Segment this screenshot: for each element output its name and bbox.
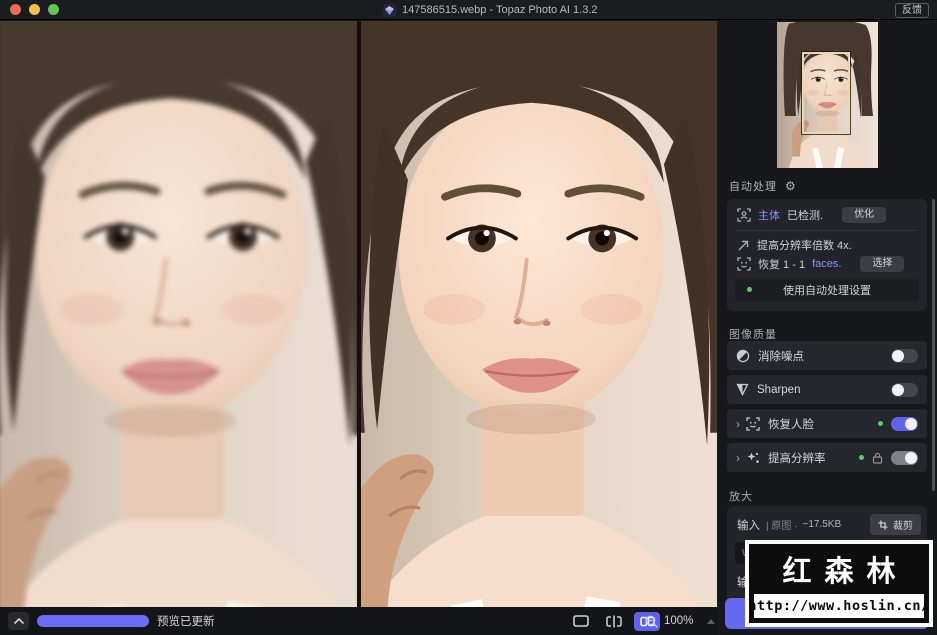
subject-detect-icon xyxy=(737,208,751,222)
upscale-info-row: 提高分辨率倍数 4x. xyxy=(737,237,919,253)
zoom-window-button[interactable] xyxy=(48,4,59,15)
face-recovery-label: 恢复人脸 xyxy=(768,418,814,431)
apply-autopilot-label: 使用自动处理设置 xyxy=(783,285,871,297)
autopilot-header-label: 自动处理 xyxy=(729,181,777,193)
close-window-button[interactable] xyxy=(10,4,21,15)
input-meta: | 原图 · xyxy=(766,521,798,532)
sharpen-icon xyxy=(736,383,749,396)
face-detection-box xyxy=(802,52,850,134)
gear-icon[interactable]: ⚙ xyxy=(785,179,797,193)
watermark-url-box: http://www.hoslin.cn/ xyxy=(748,594,929,618)
preview-status-text: 预览已更新 xyxy=(157,616,215,628)
window-controls xyxy=(0,4,59,15)
watermark-url: http://www.hoslin.cn/ xyxy=(748,598,930,614)
zoom-level[interactable]: 100% xyxy=(664,615,693,627)
statusbar: 预览已更新 100% xyxy=(0,607,717,635)
lock-icon xyxy=(872,452,883,464)
select-faces-button[interactable]: 选择 xyxy=(860,256,905,272)
faces-count-label: 恢复 1 - 1 xyxy=(758,259,806,271)
autopilot-panel: 主体 已检测. 优化 提高分辨率倍数 4x. 恢复 1 - 1 faces. 选… xyxy=(727,199,927,311)
subject-row: 主体 已检测. 优化 xyxy=(737,207,919,223)
feedback-button[interactable]: 反馈 xyxy=(895,3,929,18)
crop-button[interactable]: 裁剪 xyxy=(870,514,921,535)
upscale-row[interactable]: › 提高分辨率 xyxy=(727,443,927,472)
faces-row: 恢复 1 - 1 faces. 选择 xyxy=(737,256,919,272)
denoise-toggle[interactable] xyxy=(891,348,918,363)
divider xyxy=(737,230,917,231)
upscale-section-header: 放大 xyxy=(729,491,753,503)
titlebar: 147586515.webp - Topaz Photo AI 1.3.2 反馈 xyxy=(0,0,937,20)
watermark-overlay: 红森林 http://www.hoslin.cn/ xyxy=(745,540,933,627)
denoise-row[interactable]: 消除噪点 xyxy=(727,341,927,370)
chevron-right-icon[interactable]: › xyxy=(736,451,740,465)
watermark-title: 红森林 xyxy=(782,554,909,588)
magnifier-icon[interactable] xyxy=(645,615,658,628)
face-recovery-toggle[interactable] xyxy=(891,416,918,431)
input-info-row: 输入 | 原图 · ~17.5KB 裁剪 xyxy=(737,514,921,535)
subject-link[interactable]: 主体 xyxy=(758,207,780,223)
upscale-label: 提高分辨率 xyxy=(768,452,826,465)
refine-subject-button[interactable]: 优化 xyxy=(842,207,887,223)
upscale-sparkle-icon xyxy=(747,452,759,463)
green-status-dot xyxy=(859,455,864,460)
input-size: ~17.5KB xyxy=(802,519,842,530)
face-recovery-icon xyxy=(737,257,751,271)
preview-area xyxy=(0,21,717,607)
zoom-control: 100% xyxy=(645,615,716,628)
topaz-logo-icon xyxy=(383,3,396,17)
zoom-menu-triangle-icon[interactable] xyxy=(707,618,716,624)
window-title: 147586515.webp - Topaz Photo AI 1.3.2 xyxy=(402,4,598,16)
chevron-right-icon[interactable]: › xyxy=(736,417,740,431)
denoise-icon xyxy=(736,349,750,362)
subject-status: 已检测. xyxy=(787,210,824,222)
upscale-toggle[interactable] xyxy=(891,450,918,465)
quality-header: 图像质量 xyxy=(729,329,777,341)
minimize-window-button[interactable] xyxy=(29,4,40,15)
crop-button-label: 裁剪 xyxy=(893,521,913,532)
face-recovery-row[interactable]: › 恢复人脸 xyxy=(727,409,927,438)
apply-autopilot-button[interactable]: 使用自动处理设置 xyxy=(735,279,919,301)
faces-link[interactable]: faces. xyxy=(812,258,841,270)
single-view-icon xyxy=(573,615,589,627)
sharpen-toggle[interactable] xyxy=(891,382,918,397)
preview-original-image[interactable] xyxy=(0,21,357,607)
crop-icon xyxy=(878,519,888,530)
collapse-panel-button[interactable] xyxy=(8,612,29,630)
chevron-up-icon xyxy=(13,618,24,624)
single-view-button[interactable] xyxy=(568,612,594,631)
denoise-label: 消除噪点 xyxy=(758,350,804,363)
app-window: 147586515.webp - Topaz Photo AI 1.3.2 反馈… xyxy=(0,0,937,635)
sharpen-row[interactable]: Sharpen xyxy=(727,375,927,404)
autopilot-header: 自动处理 ⚙ xyxy=(729,178,797,194)
split-view-icon xyxy=(606,615,622,627)
upscale-info-label: 提高分辨率倍数 4x. xyxy=(757,240,852,252)
face-recovery-icon xyxy=(746,416,760,431)
sharpen-label: Sharpen xyxy=(757,383,801,396)
input-label: 输入 xyxy=(737,519,760,532)
upscale-arrow-icon xyxy=(738,240,749,250)
green-status-dot xyxy=(878,421,883,426)
preview-progress-fill xyxy=(37,615,149,627)
preview-enhanced-image[interactable] xyxy=(361,21,717,607)
sidebar-scrollbar[interactable] xyxy=(932,199,935,491)
preview-progress-bar xyxy=(37,615,149,627)
navigation-thumbnail[interactable] xyxy=(777,22,878,168)
green-status-dot xyxy=(747,287,752,292)
split-view-button[interactable] xyxy=(601,612,627,631)
